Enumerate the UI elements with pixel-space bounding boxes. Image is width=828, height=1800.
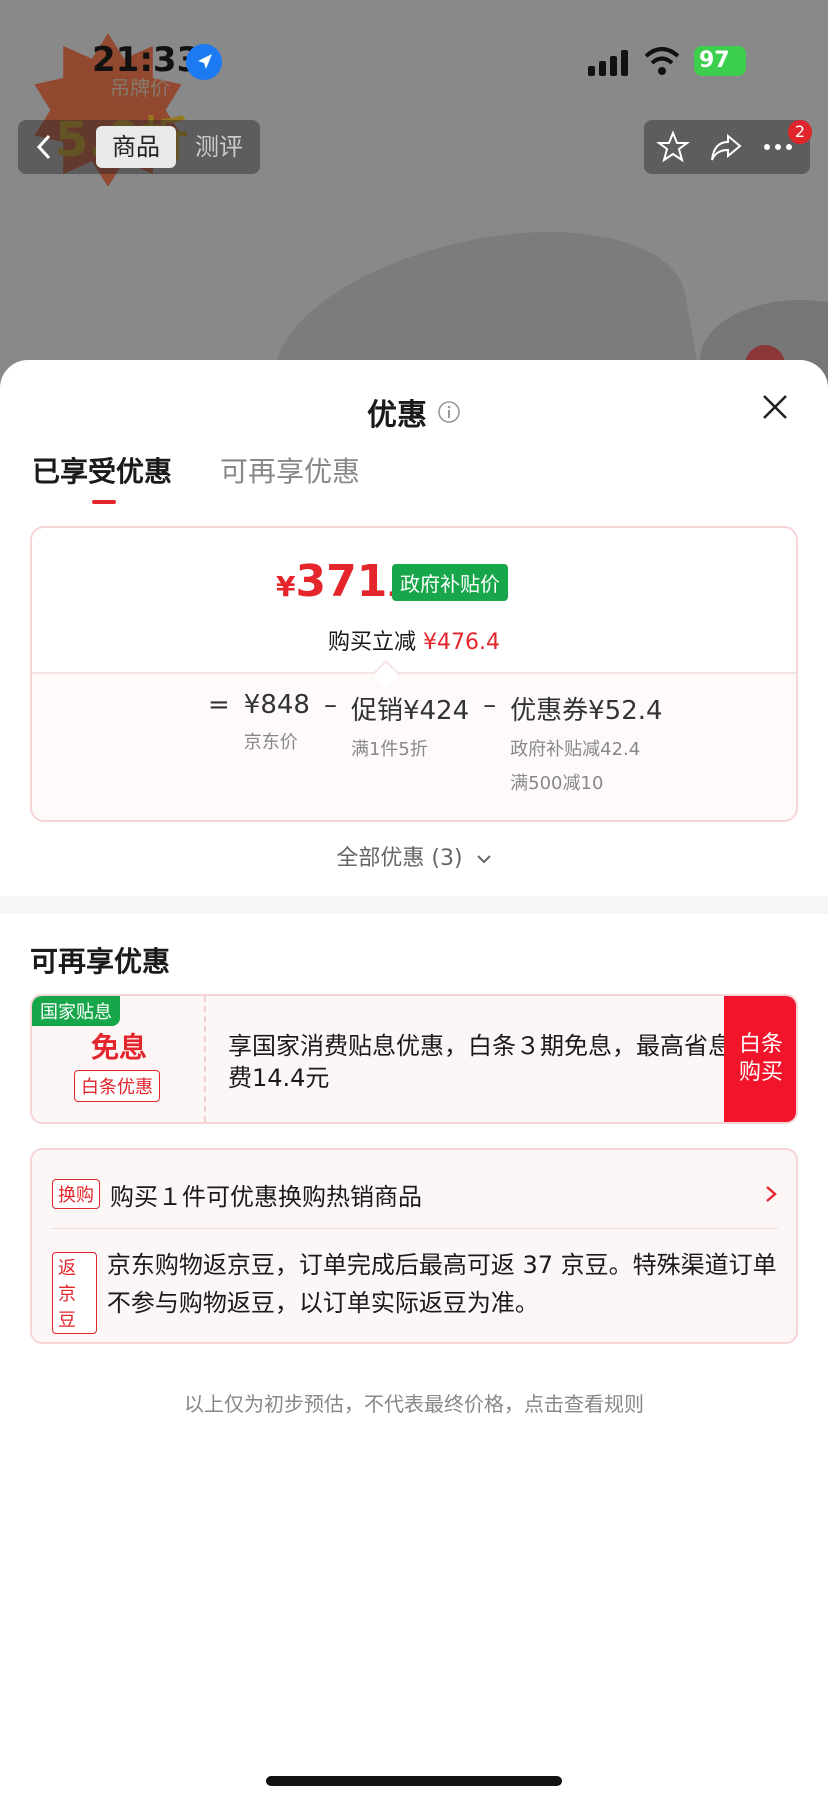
price-disclaimer-link[interactable]: 以上仅为初步预估，不代表最终价格，点击查看规则 — [0, 1388, 828, 1417]
notification-badge: 2 — [788, 120, 812, 144]
jd-bean-tag: 返京豆 — [52, 1252, 97, 1334]
wifi-icon — [644, 47, 680, 75]
all-promos-label: 全部优惠 (3) — [336, 846, 463, 871]
tab-review[interactable]: 测评 — [184, 126, 254, 168]
offer-description: 享国家消费贴息优惠，白条３期免息，最高省息费14.4元 — [228, 1032, 732, 1092]
price-breakdown: = ¥848 京东价 – 促销¥424 满1件5折 – 优惠券¥52.4 政府补… — [32, 674, 796, 820]
extra-benefits-card: 换购 购买１件可优惠换购热销商品 返京豆 京东购物返京豆，订单完成后最高可返 3… — [30, 1148, 798, 1344]
share-icon[interactable] — [708, 130, 744, 164]
promo-label: 满1件5折 — [350, 739, 428, 760]
location-arrow-icon — [186, 44, 222, 80]
baitiao-buy-button[interactable]: 白条购买 — [724, 996, 796, 1122]
chevron-down-icon — [476, 855, 491, 864]
coupon-label-threshold: 满500减10 — [510, 773, 604, 794]
price-summary-card: ¥ 371 .6 政府补贴价 购买立减 ¥476.4 = ¥848 京东价 – … — [30, 526, 798, 822]
tab-product[interactable]: 商品 — [96, 126, 176, 168]
all-promos-toggle[interactable]: 全部优惠 (3) — [0, 840, 828, 872]
promo-tabs: 已享受优惠 可再享优惠 — [32, 450, 360, 504]
home-indicator[interactable] — [266, 1776, 562, 1786]
breakdown-coupon: 优惠券¥52.4 政府补贴减42.4 满500减10 — [510, 690, 662, 795]
final-price-integer: 371 — [295, 556, 388, 607]
info-icon[interactable] — [437, 400, 461, 424]
info-divider — [52, 1228, 778, 1229]
breakdown-promo: 促销¥424 满1件5折 — [351, 690, 469, 795]
battery-indicator: 97 — [694, 46, 746, 76]
chevron-right-icon — [766, 1186, 777, 1202]
minus-sign: – — [483, 690, 497, 720]
trade-in-text: 购买１件可优惠换购热销商品 — [110, 1182, 422, 1211]
jd-price-label: 京东价 — [243, 732, 298, 753]
more-dots-icon[interactable] — [762, 140, 794, 154]
sheet-header: 优惠 — [0, 390, 828, 434]
close-icon[interactable] — [758, 390, 792, 424]
breakdown-row: = ¥848 京东价 – 促销¥424 满1件5折 – 优惠券¥52.4 政府补… — [208, 690, 663, 795]
instant-discount-label: 购买立减 — [328, 630, 417, 655]
favorite-star-icon[interactable] — [656, 130, 690, 164]
coupon-label-gov: 政府补贴减42.4 — [510, 739, 641, 760]
jd-bean-text: 京东购物返京豆，订单完成后最高可返 37 京豆。特殊渠道订单不参与购物返豆，以订… — [106, 1251, 777, 1317]
jd-price-value: ¥848 — [243, 690, 310, 720]
instant-discount-amount: ¥476.4 — [423, 630, 500, 655]
offer-free-label: 免息 — [90, 1031, 147, 1064]
sheet-title: 优惠 — [367, 398, 427, 433]
cellular-signal-icon — [588, 50, 628, 76]
tab-more-promos[interactable]: 可再享优惠 — [220, 450, 360, 500]
back-arrow-icon[interactable] — [30, 132, 60, 162]
offer-bt-tag: 白条优惠 — [74, 1070, 160, 1102]
status-bar: 21:33 97 — [0, 0, 828, 110]
national-subsidy-tag: 国家贴息 — [32, 996, 120, 1026]
price-summary-top: ¥ 371 .6 政府补贴价 购买立减 ¥476.4 — [32, 528, 796, 674]
section-title: 可再享优惠 — [30, 945, 171, 978]
gov-subsidy-tag: 政府补贴价 — [392, 564, 508, 601]
tab-enjoyed-promos[interactable]: 已享受优惠 — [32, 450, 172, 504]
promotions-sheet: 优惠 已享受优惠 可再享优惠 ¥ 371 .6 政府补贴价 购买立减 ¥476.… — [0, 360, 828, 1800]
promo-value: 促销¥424 — [350, 696, 470, 726]
trade-in-tag: 换购 — [52, 1179, 100, 1209]
interest-free-offer-card: 免息 白条优惠 国家贴息 享国家消费贴息优惠，白条３期免息，最高省息费14.4元… — [30, 994, 798, 1124]
status-time: 21:33 — [92, 40, 201, 80]
breakdown-jd-price: ¥848 京东价 — [244, 690, 310, 795]
instant-discount-row: 购买立减 ¥476.4 — [32, 624, 796, 656]
minus-sign: – — [323, 690, 337, 720]
coupon-value: 优惠券¥52.4 — [510, 696, 663, 726]
equals-sign: = — [208, 690, 230, 720]
trade-in-row[interactable]: 换购 购买１件可优惠换购热销商品 — [52, 1172, 778, 1216]
jd-bean-row: 返京豆 京东购物返京豆，订单完成后最高可返 37 京豆。特殊渠道订单不参与购物返… — [52, 1246, 778, 1334]
final-price-currency: ¥ — [276, 570, 296, 603]
battery-level: 97 — [699, 48, 730, 73]
section-divider — [0, 896, 828, 914]
